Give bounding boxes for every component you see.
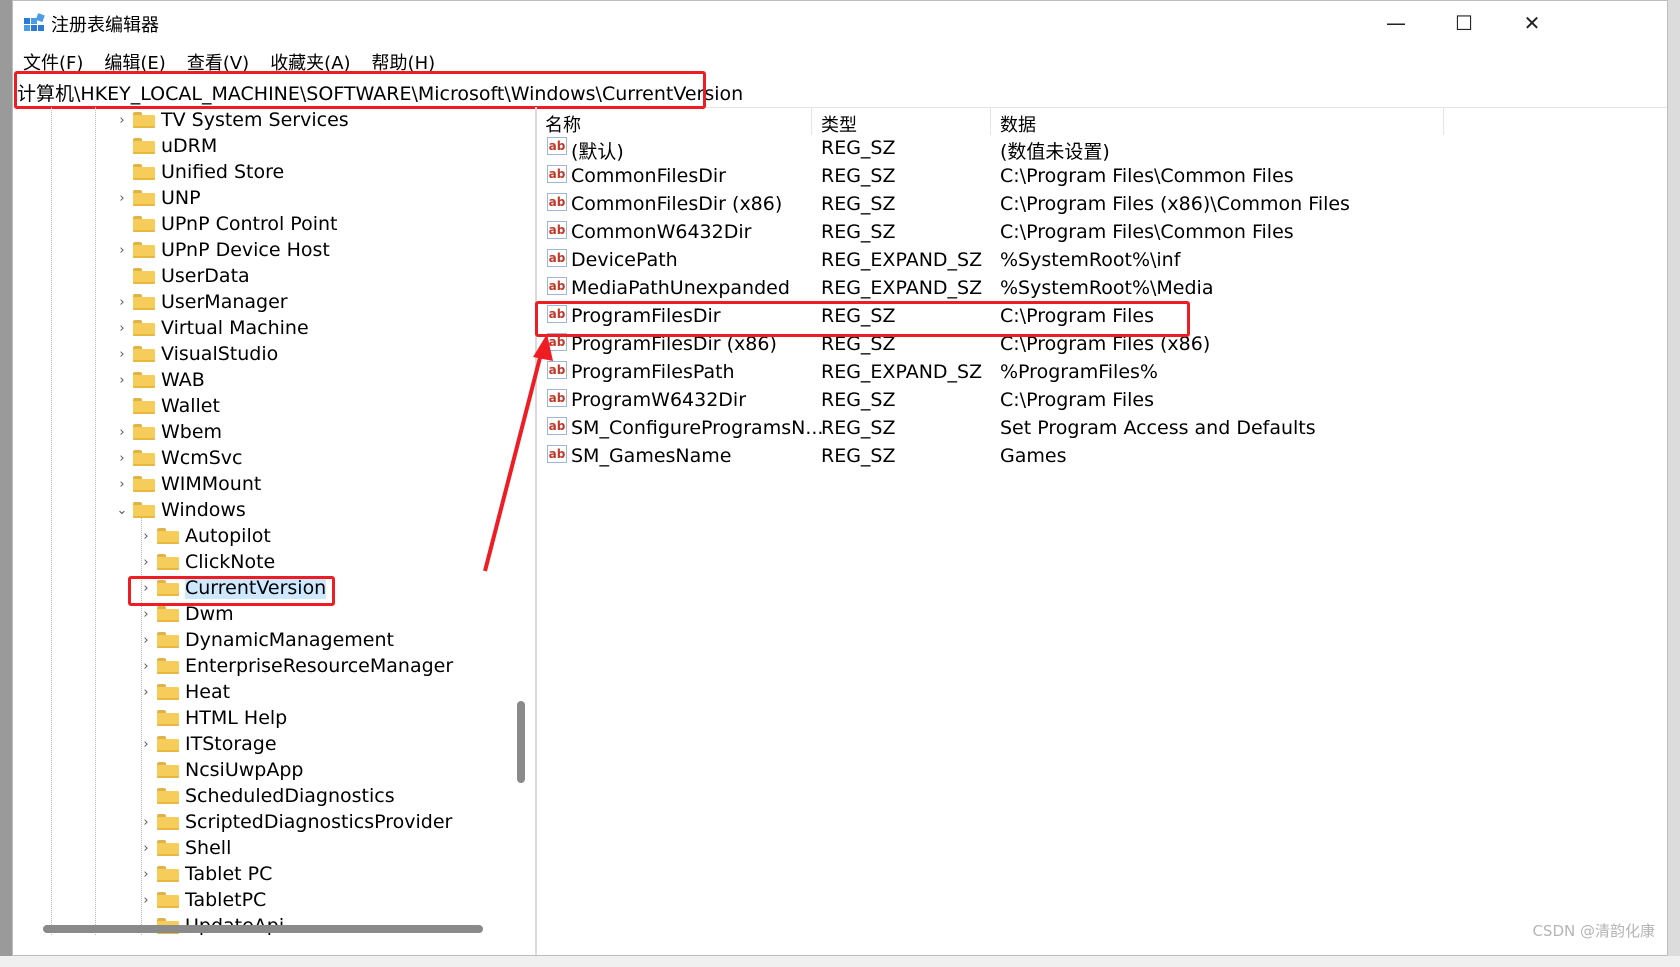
- registry-editor-window: 注册表编辑器 — ☐ ✕ 文件(F) 编辑(E) 查看(V) 收藏夹(A) 帮助…: [12, 0, 1668, 956]
- annotation-arrow: [483, 334, 553, 572]
- background-taskbar-strip: [0, 956, 1680, 967]
- background-window-edge: [1668, 0, 1680, 956]
- watermark-text: CSDN @清韵化康: [1532, 922, 1655, 940]
